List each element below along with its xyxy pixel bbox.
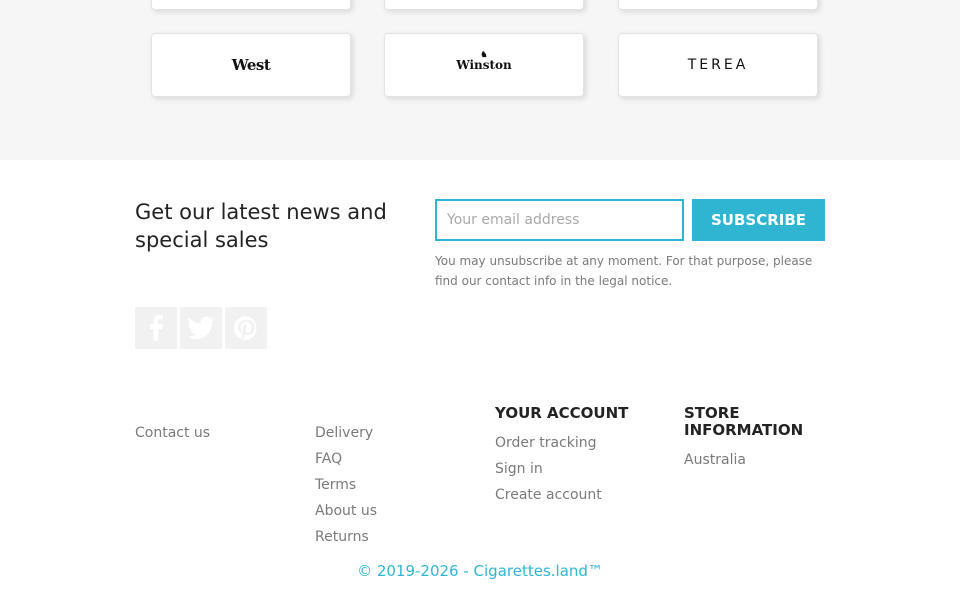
- pinterest-icon: [233, 315, 257, 341]
- footer-link-terms[interactable]: Terms: [315, 472, 377, 498]
- footer-column-store: Store information Australia: [684, 405, 844, 473]
- west-logo: West: [231, 56, 271, 74]
- terea-logo: TEREA: [687, 57, 749, 73]
- footer-column-account: Your account Order tracking Sign in Crea…: [495, 405, 628, 508]
- footer-column-info: Contact us: [135, 405, 210, 446]
- footer-link-delivery[interactable]: Delivery: [315, 420, 377, 446]
- store-country: Australia: [684, 452, 746, 468]
- facebook-button[interactable]: [135, 307, 177, 349]
- twitter-icon: [187, 316, 215, 339]
- brand-card-winston[interactable]: ♞ Winston: [384, 33, 584, 97]
- footer-column-pages: Delivery FAQ Terms About us Returns: [315, 405, 377, 550]
- brand-card[interactable]: [618, 0, 818, 10]
- facebook-icon: [150, 315, 163, 341]
- footer-link-contact[interactable]: Contact us: [135, 420, 210, 446]
- brand-card[interactable]: [151, 0, 351, 10]
- newsletter-title: Get our latest news and special sales: [135, 200, 387, 252]
- account-heading[interactable]: Your account: [495, 405, 628, 422]
- brands-section: West ♞ Winston TEREA: [0, 0, 960, 160]
- footer-link-faq[interactable]: FAQ: [315, 446, 377, 472]
- crest-icon: ♞: [480, 49, 488, 59]
- email-input[interactable]: [435, 199, 684, 241]
- winston-logo-text: Winston: [456, 58, 512, 72]
- footer-link-create-account[interactable]: Create account: [495, 482, 628, 508]
- legal-notice: You may unsubscribe at any moment. For t…: [435, 254, 813, 288]
- brand-card-west[interactable]: West: [151, 33, 351, 97]
- winston-logo: ♞ Winston: [456, 49, 512, 72]
- social-links: [135, 307, 267, 349]
- store-heading: Store information: [684, 404, 804, 439]
- copyright-text[interactable]: © 2019-2026 - Cigarettes.land™: [0, 562, 960, 580]
- subscribe-button[interactable]: Subscribe: [692, 199, 825, 241]
- footer-link-returns[interactable]: Returns: [315, 524, 377, 550]
- footer-link-about[interactable]: About us: [315, 498, 377, 524]
- brand-card-terea[interactable]: TEREA: [618, 33, 818, 97]
- footer-link-order-tracking[interactable]: Order tracking: [495, 430, 628, 456]
- brand-card[interactable]: [384, 0, 584, 10]
- pinterest-button[interactable]: [225, 307, 267, 349]
- footer-link-sign-in[interactable]: Sign in: [495, 456, 628, 482]
- twitter-button[interactable]: [180, 307, 222, 349]
